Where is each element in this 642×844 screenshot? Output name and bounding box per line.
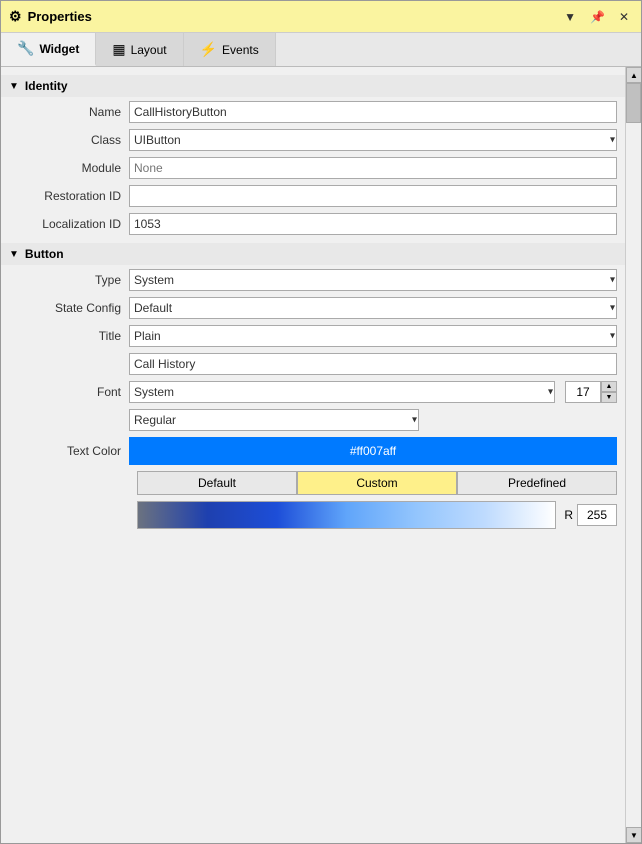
state-config-select-wrapper: Default Highlighted Disabled ▾ — [129, 297, 617, 319]
default-color-button[interactable]: Default — [137, 471, 297, 495]
gradient-bar[interactable] — [137, 501, 556, 529]
font-size-spin: ▲ ▼ — [601, 381, 617, 403]
title-bar: ⚙ Properties ▼ 📌 ✕ — [1, 1, 641, 33]
restoration-id-label: Restoration ID — [9, 189, 129, 203]
name-input[interactable] — [129, 101, 617, 123]
state-config-label: State Config — [9, 301, 129, 315]
title-label: Title — [9, 329, 129, 343]
title-bar-controls: ▼ 📌 ✕ — [560, 8, 633, 26]
font-size-input[interactable] — [565, 381, 601, 403]
dropdown-button[interactable]: ▼ — [560, 8, 580, 26]
identity-section-label: Identity — [25, 79, 68, 93]
localization-id-row: Localization ID — [9, 213, 617, 235]
type-select[interactable]: System Custom — [129, 269, 617, 291]
restoration-id-input[interactable] — [129, 185, 617, 207]
text-color-label: Text Color — [9, 444, 129, 458]
color-swatch[interactable]: #ff007aff — [129, 437, 617, 465]
gradient-row: R — [137, 501, 617, 529]
tabs-bar: 🔧 Widget ▦ Layout ⚡ Events — [1, 33, 641, 67]
type-label: Type — [9, 273, 129, 287]
window-title: Properties — [28, 9, 92, 24]
name-label: Name — [9, 105, 129, 119]
content-area: ▼ Identity Name Class UIButton ▾ — [1, 67, 641, 843]
localization-id-label: Localization ID — [9, 217, 129, 231]
font-style-row: Regular Bold Italic ▾ — [9, 409, 617, 431]
button-arrow: ▼ — [9, 249, 19, 260]
font-size-down[interactable]: ▼ — [601, 392, 617, 403]
title-bar-left: ⚙ Properties — [9, 8, 92, 25]
class-row: Class UIButton ▾ — [9, 129, 617, 151]
state-config-select[interactable]: Default Highlighted Disabled — [129, 297, 617, 319]
module-label: Module — [9, 161, 129, 175]
scroll-track — [626, 83, 641, 827]
tab-layout-label: Layout — [131, 43, 167, 57]
font-row: Font System System Bold Custom ▾ — [9, 381, 617, 403]
scroll-down-button[interactable]: ▼ — [626, 827, 641, 843]
font-size-wrapper: ▲ ▼ — [565, 381, 617, 403]
identity-section-header[interactable]: ▼ Identity — [1, 75, 625, 97]
layout-tab-icon: ▦ — [112, 41, 125, 58]
title-select-wrapper: Plain Attributed ▾ — [129, 325, 617, 347]
font-size-up[interactable]: ▲ — [601, 381, 617, 392]
text-color-row: Text Color #ff007aff — [9, 437, 617, 465]
properties-window: ⚙ Properties ▼ 📌 ✕ 🔧 Widget ▦ Layout ⚡ E… — [0, 0, 642, 844]
type-row: Type System Custom ▾ — [9, 269, 617, 291]
button-section: Type System Custom ▾ State Config De — [1, 269, 625, 529]
scroll-up-button[interactable]: ▲ — [626, 67, 641, 83]
properties-icon: ⚙ — [9, 8, 22, 25]
module-input[interactable] — [129, 157, 617, 179]
class-select-wrapper: UIButton ▾ — [129, 129, 617, 151]
custom-color-button[interactable]: Custom — [297, 471, 457, 495]
state-config-row: State Config Default Highlighted Disable… — [9, 297, 617, 319]
widget-tab-icon: 🔧 — [17, 40, 34, 57]
font-label: Font — [9, 385, 129, 399]
predefined-color-button[interactable]: Predefined — [457, 471, 617, 495]
identity-section: Name Class UIButton ▾ Module — [1, 101, 625, 235]
font-style-select-wrapper: Regular Bold Italic ▾ — [129, 409, 419, 431]
name-row: Name — [9, 101, 617, 123]
restoration-id-row: Restoration ID — [9, 185, 617, 207]
localization-id-input[interactable] — [129, 213, 617, 235]
tab-events-label: Events — [222, 43, 259, 57]
scrollbar: ▲ ▼ — [625, 67, 641, 843]
button-section-label: Button — [25, 247, 64, 261]
tab-layout[interactable]: ▦ Layout — [96, 33, 183, 66]
r-value-input[interactable] — [577, 504, 617, 526]
color-buttons-row: Default Custom Predefined — [137, 471, 617, 495]
main-panel: ▼ Identity Name Class UIButton ▾ — [1, 67, 625, 843]
identity-arrow: ▼ — [9, 81, 19, 92]
tab-widget[interactable]: 🔧 Widget — [1, 33, 96, 66]
title-select[interactable]: Plain Attributed — [129, 325, 617, 347]
title-text-row — [9, 353, 617, 375]
tab-widget-label: Widget — [39, 42, 79, 56]
pin-button[interactable]: 📌 — [586, 8, 609, 26]
scroll-thumb[interactable] — [626, 83, 641, 123]
font-select-wrapper: System System Bold Custom ▾ — [129, 381, 555, 403]
title-text-input[interactable] — [129, 353, 617, 375]
class-select[interactable]: UIButton — [129, 129, 617, 151]
class-label: Class — [9, 133, 129, 147]
tab-events[interactable]: ⚡ Events — [184, 33, 276, 66]
color-value: #ff007aff — [350, 444, 396, 458]
events-tab-icon: ⚡ — [200, 41, 217, 58]
r-label: R — [564, 508, 573, 522]
type-select-wrapper: System Custom ▾ — [129, 269, 617, 291]
title-type-row: Title Plain Attributed ▾ — [9, 325, 617, 347]
font-style-select[interactable]: Regular Bold Italic — [129, 409, 419, 431]
font-select[interactable]: System System Bold Custom — [129, 381, 555, 403]
close-button[interactable]: ✕ — [615, 8, 633, 26]
module-row: Module — [9, 157, 617, 179]
button-section-header[interactable]: ▼ Button — [1, 243, 625, 265]
font-controls: System System Bold Custom ▾ ▲ ▼ — [129, 381, 617, 403]
